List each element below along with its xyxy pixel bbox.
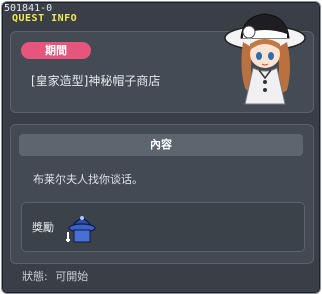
- quest-info-window: 501841-0 QUEST INFO 期間 [皇家造型]神秘帽子商店 內容 布…: [1, 1, 321, 294]
- status-value: 可開始: [55, 270, 89, 283]
- content-header: 內容: [19, 134, 303, 156]
- quest-content-panel: 內容 布莱尔夫人找你谈话。 獎勵: [10, 124, 314, 264]
- quest-description: 布莱尔夫人找你谈话。: [33, 173, 143, 186]
- reward-label: 獎勵: [32, 221, 54, 234]
- blue-hat-item-icon[interactable]: [64, 209, 100, 245]
- npc-portrait-icon: [224, 13, 306, 105]
- quest-header-panel: 期間 [皇家造型]神秘帽子商店: [10, 13, 314, 113]
- period-badge: 期間: [21, 42, 91, 59]
- reward-box: 獎勵: [21, 202, 305, 252]
- status-label: 狀態:: [22, 270, 48, 283]
- quest-status: 狀態: 可開始: [22, 268, 92, 284]
- window-title: QUEST INFO: [12, 13, 78, 24]
- quest-name: [皇家造型]神秘帽子商店: [31, 74, 161, 88]
